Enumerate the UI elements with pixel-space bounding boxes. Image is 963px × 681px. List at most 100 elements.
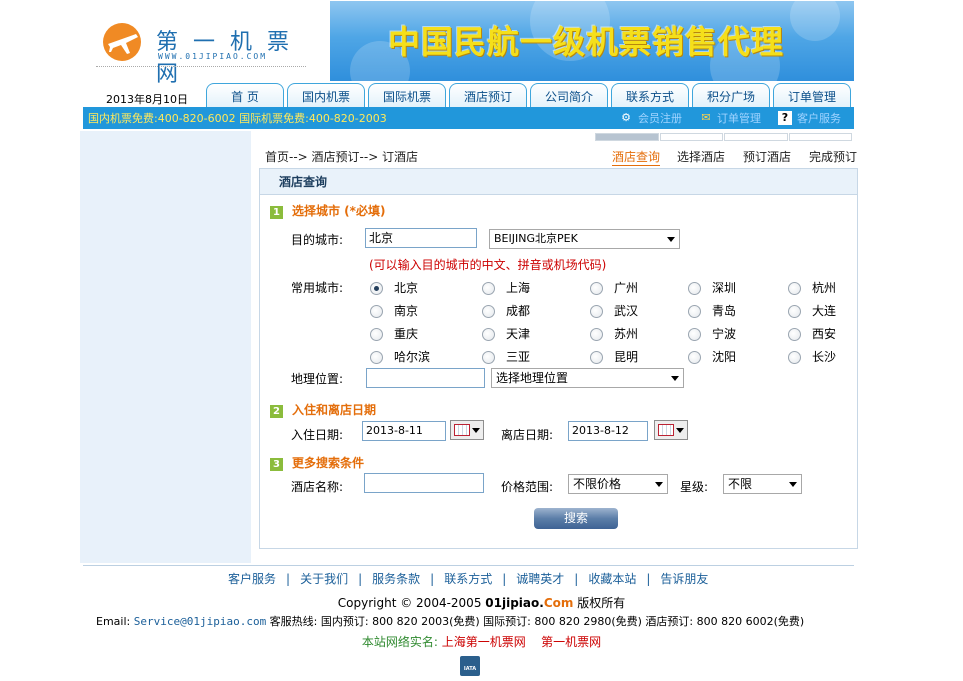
star-rating-label: 星级:: [680, 480, 709, 494]
checkout-label: 离店日期:: [501, 428, 554, 442]
city-option-label[interactable]: 青岛: [712, 302, 736, 319]
footer-link[interactable]: 服务条款: [372, 572, 420, 586]
realname-link-2[interactable]: 第一机票网: [541, 635, 601, 649]
nav-tab-home[interactable]: 首 页: [206, 83, 284, 107]
airplane-logo-icon: [103, 23, 141, 61]
city-radio[interactable]: [688, 351, 701, 364]
city-option-label[interactable]: 北京: [394, 279, 418, 296]
city-option-label[interactable]: 杭州: [812, 279, 836, 296]
city-option-label[interactable]: 西安: [812, 325, 836, 342]
site-logo[interactable]: 第 一 机 票 网 WWW.01JIPIAO.COM: [96, 14, 306, 87]
footer-separator: |: [358, 572, 363, 586]
footer-link[interactable]: 告诉朋友: [660, 572, 708, 586]
chevron-down-icon: [789, 482, 797, 487]
price-range-select[interactable]: 不限价格: [568, 474, 668, 494]
destination-label: 目的城市:: [291, 233, 344, 247]
city-option-label[interactable]: 沈阳: [712, 348, 736, 365]
city-option-label[interactable]: 三亚: [506, 348, 530, 365]
nav-tab-order-management[interactable]: 订单管理: [773, 83, 851, 107]
city-radio[interactable]: [688, 328, 701, 341]
checkin-calendar-button[interactable]: [450, 420, 484, 440]
search-button[interactable]: 搜索: [534, 508, 618, 529]
city-option-label[interactable]: 哈尔滨: [394, 348, 430, 365]
nav-tab-international-flights[interactable]: 国际机票: [368, 83, 446, 107]
footer-link[interactable]: 关于我们: [300, 572, 348, 586]
city-option-label[interactable]: 上海: [506, 279, 530, 296]
checkin-date-input[interactable]: 2013-8-11: [362, 421, 446, 441]
city-option-label[interactable]: 大连: [812, 302, 836, 319]
current-date: 2013年8月10日: [106, 93, 188, 106]
city-radio[interactable]: [788, 282, 801, 295]
footer-links: 客户服务 | 关于我们 | 服务条款 | 联系方式 | 诚聘英才 | 收藏本站 | 告诉朋友: [228, 570, 708, 587]
city-option-label[interactable]: 昆明: [614, 348, 638, 365]
city-option-label[interactable]: 宁波: [712, 325, 736, 342]
city-radio[interactable]: [370, 328, 383, 341]
city-radio[interactable]: [788, 305, 801, 318]
city-radio[interactable]: [482, 328, 495, 341]
chevron-down-icon: [676, 428, 684, 433]
city-radio[interactable]: [590, 282, 603, 295]
progress-segment: [595, 133, 659, 141]
city-radio[interactable]: [590, 351, 603, 364]
city-option-label[interactable]: 深圳: [712, 279, 736, 296]
header-banner: 中国民航一级机票销售代理: [330, 1, 854, 81]
footer-link[interactable]: 联系方式: [444, 572, 492, 586]
nav-tab-points-mall[interactable]: 积分广场: [692, 83, 770, 107]
city-radio[interactable]: [370, 282, 383, 295]
left-sidebar: [80, 131, 251, 563]
email-link[interactable]: Service@01jipiao.com: [134, 615, 266, 628]
city-option-label[interactable]: 广州: [614, 279, 638, 296]
geo-location-select[interactable]: 选择地理位置: [491, 368, 684, 388]
destination-input[interactable]: 北京: [365, 228, 477, 248]
city-option-label[interactable]: 成都: [506, 302, 530, 319]
city-radio[interactable]: [370, 305, 383, 318]
city-radio[interactable]: [590, 305, 603, 318]
step-complete-booking[interactable]: 完成预订: [809, 148, 857, 165]
city-radio[interactable]: [788, 328, 801, 341]
checkout-calendar-button[interactable]: [654, 420, 688, 440]
city-option-label[interactable]: 重庆: [394, 325, 418, 342]
customer-service-link[interactable]: 客户服务: [797, 110, 841, 126]
star-rating-select[interactable]: 不限: [723, 474, 802, 494]
city-option-label[interactable]: 南京: [394, 302, 418, 319]
footer-separator: |: [430, 572, 435, 586]
step-select-hotel[interactable]: 选择酒店: [677, 148, 725, 165]
calendar-icon: [454, 424, 470, 436]
chevron-down-icon: [655, 482, 663, 487]
section-more-filters: 3 更多搜索条件: [270, 454, 364, 471]
order-management-link[interactable]: 订单管理: [717, 110, 761, 126]
city-radio[interactable]: [482, 282, 495, 295]
nav-tab-hotel-booking[interactable]: 酒店预订: [449, 83, 527, 107]
city-radio[interactable]: [482, 305, 495, 318]
realname-link-1[interactable]: 上海第一机票网: [442, 635, 526, 649]
city-radio[interactable]: [482, 351, 495, 364]
step-hotel-search[interactable]: 酒店查询: [612, 148, 661, 166]
step-book-hotel[interactable]: 预订酒店: [743, 148, 791, 165]
city-option-label[interactable]: 长沙: [812, 348, 836, 365]
city-radio[interactable]: [590, 328, 603, 341]
nav-tab-company-intro[interactable]: 公司简介: [530, 83, 608, 107]
footer-separator: |: [286, 572, 291, 586]
footer-link[interactable]: 收藏本站: [588, 572, 636, 586]
city-radio[interactable]: [788, 351, 801, 364]
geo-location-input[interactable]: [366, 368, 485, 388]
geo-location-label: 地理位置:: [291, 372, 344, 386]
city-option-label[interactable]: 苏州: [614, 325, 638, 342]
footer-link[interactable]: 诚聘英才: [516, 572, 564, 586]
city-option-label[interactable]: 天津: [506, 325, 530, 342]
city-radio[interactable]: [370, 351, 383, 364]
city-radio[interactable]: [688, 282, 701, 295]
member-register-link[interactable]: 会员注册: [638, 110, 682, 126]
destination-select[interactable]: BEIJING北京PEK: [489, 229, 680, 249]
section-select-city: 1 选择城市 (*必填): [270, 202, 385, 219]
brand-domain: WWW.01JIPIAO.COM: [158, 52, 268, 61]
hotline-text: 国内机票免费:400-820-6002 国际机票免费:400-820-2003: [88, 112, 387, 125]
checkout-date-input[interactable]: 2013-8-12: [568, 421, 648, 441]
city-radio[interactable]: [688, 305, 701, 318]
city-option-label[interactable]: 武汉: [614, 302, 638, 319]
nav-tab-domestic-flights[interactable]: 国内机票: [287, 83, 365, 107]
nav-tab-contact[interactable]: 联系方式: [611, 83, 689, 107]
hotel-name-input[interactable]: [364, 473, 484, 493]
network-realname: 本站网络实名: 上海第一机票网 第一机票网: [361, 635, 602, 649]
footer-link[interactable]: 客户服务: [228, 572, 276, 586]
